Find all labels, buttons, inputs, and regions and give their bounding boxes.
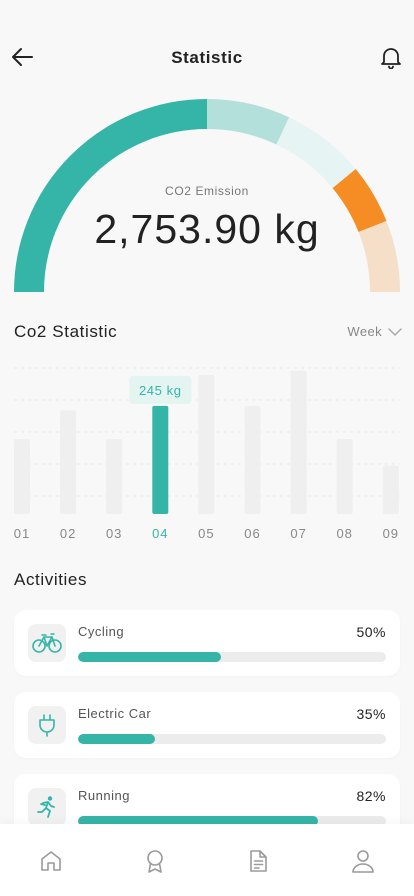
bar-02[interactable] [60,410,77,514]
chart-canvas: 01 02 03 04 245 kg 05 06 07 08 09 [14,367,400,541]
statistic-title: Co2 Statistic [14,322,118,341]
nav-profile[interactable] [350,848,376,874]
gauge-segment [14,99,208,293]
bottom-navigation [0,824,414,896]
activity-icon-box [28,788,66,826]
bar-01[interactable] [14,439,30,514]
bar-07[interactable] [290,370,307,514]
tick-label: 06 [244,526,260,541]
profile-icon [352,850,374,873]
bar-05[interactable] [198,375,215,514]
bar-08[interactable] [336,439,353,514]
activity-progress-fill [78,734,155,744]
header: Statistic [0,36,414,80]
gauge-segment [276,117,356,189]
tooltip-label: 245 kg [139,383,182,398]
nav-awards[interactable] [142,848,168,874]
nav-reports[interactable] [245,848,271,874]
co2-bar-chart: 01 02 03 04 245 kg 05 06 07 08 09 [0,360,414,550]
activity-progress-track [78,734,386,744]
activity-card-electric-car[interactable]: Electric Car 35% [14,692,400,758]
period-value: Week [347,324,382,339]
bar-04[interactable] [152,405,169,514]
activity-icon-box [28,706,66,744]
bar-06[interactable] [244,405,261,514]
activity-label: Running [78,788,130,803]
home-icon [41,851,61,871]
tick-label: 07 [290,526,306,541]
activity-icon-box [28,624,66,662]
bar-03[interactable] [106,439,123,514]
activity-percent: 35% [356,706,386,722]
activity-progress-fill [78,652,222,662]
activity-label: Cycling [78,624,125,639]
tick-label: 04 [152,526,168,541]
award-icon [147,850,163,873]
tick-label: 08 [336,526,352,541]
tick-label: 03 [106,526,122,541]
tick-label: 05 [198,526,214,541]
page-title: Statistic [171,48,243,67]
nav-home[interactable] [38,848,64,874]
bicycle-icon [32,633,62,653]
running-icon [37,796,55,818]
tick-label: 01 [14,526,30,541]
chevron-down-icon [388,327,402,336]
activity-card-cycling[interactable]: Cycling 50% [14,610,400,676]
gauge-segment [206,99,290,145]
document-icon [250,850,267,872]
bell-icon [381,48,401,70]
emission-gauge: CO2 Emission 2,753.90 kg [0,92,414,302]
tick-label: 02 [60,526,76,541]
activities-title: Activities [14,570,88,589]
plug-icon [39,714,55,737]
activity-label: Electric Car [78,706,152,721]
activity-percent: 82% [356,788,386,804]
activity-percent: 50% [356,624,386,640]
emission-label: CO2 Emission [165,184,249,198]
notification-button[interactable] [380,45,402,70]
emission-value: 2,753.90 kg [94,206,320,252]
activity-progress-track [78,652,386,662]
tick-label: 09 [383,526,399,541]
bar-09[interactable] [382,465,399,514]
period-select[interactable]: Week [347,324,402,339]
